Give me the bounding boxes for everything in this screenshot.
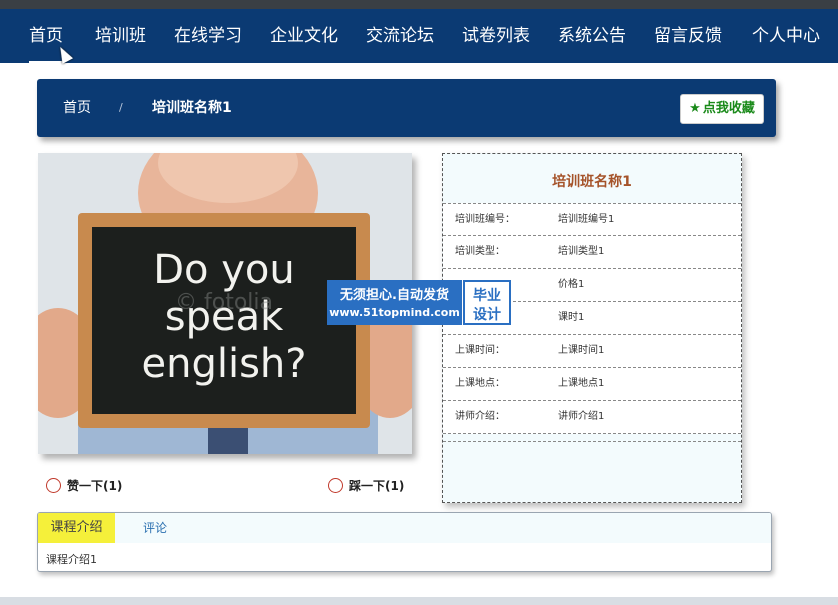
- smile-icon: [46, 478, 61, 493]
- bottom-strip: [0, 597, 838, 605]
- like-button[interactable]: 赞一下(1): [46, 470, 122, 502]
- info-label: 上课地点：: [455, 378, 505, 389]
- photo-watermark: © fotolia: [175, 290, 273, 315]
- tab-content: 课程介绍1: [46, 553, 97, 566]
- info-row-instructor: 讲师介绍： 讲师介绍1: [443, 401, 741, 434]
- main-nav: 首页 培训班 在线学习 企业文化 交流论坛 试卷列表 系统公告 留言反馈 个人中…: [0, 9, 838, 63]
- info-label: 上课时间：: [455, 345, 505, 356]
- frown-icon: [328, 478, 343, 493]
- info-value: 上课时间1: [558, 345, 605, 356]
- info-value: 讲师介绍1: [558, 411, 605, 422]
- tab-course-intro[interactable]: 课程介绍: [38, 513, 115, 543]
- info-row-location: 上课地点： 上课地点1: [443, 368, 741, 401]
- info-value: 培训类型1: [558, 246, 605, 257]
- promo-right-2: 设计: [473, 307, 501, 323]
- promo-line-2: www.51topmind.com: [329, 306, 460, 319]
- nav-item-announcements[interactable]: 系统公告: [558, 9, 626, 63]
- breadcrumb-home-link[interactable]: 首页: [63, 79, 91, 137]
- nav-item-exams[interactable]: 试卷列表: [462, 9, 530, 63]
- nav-item-forum[interactable]: 交流论坛: [366, 9, 434, 63]
- info-value: 价格1: [558, 279, 585, 290]
- like-label: 赞一下(1): [67, 479, 123, 493]
- breadcrumb-separator: /: [119, 101, 123, 114]
- promo-right: 毕业 设计: [463, 280, 511, 325]
- info-label: 讲师介绍：: [455, 411, 505, 422]
- slate-line-3: english?: [142, 341, 307, 387]
- slate-line-1: Do you: [153, 247, 294, 293]
- info-row-spacer: [443, 434, 741, 442]
- detail-tabs: 课程介绍 评论 课程介绍1: [37, 512, 772, 572]
- course-info-panel: 培训班名称1 培训班编号： 培训班编号1 培训类型： 培训类型1 价格1 课时1…: [442, 153, 742, 503]
- favorite-button[interactable]: ★ 点我收藏: [680, 94, 764, 124]
- promo-watermark: 无须担心.自动发货 www.51topmind.com 毕业 设计: [327, 280, 511, 325]
- tab-bar: 课程介绍 评论: [38, 513, 771, 543]
- star-icon: ★: [689, 101, 701, 116]
- info-row-time: 上课时间： 上课时间1: [443, 335, 741, 368]
- info-value: 上课地点1: [558, 378, 605, 389]
- favorite-label: 点我收藏: [702, 101, 755, 116]
- promo-line-1: 无须担心.自动发货: [340, 288, 449, 303]
- info-row-id: 培训班编号： 培训班编号1: [443, 203, 741, 236]
- info-row-type: 培训类型： 培训类型1: [443, 236, 741, 269]
- promo-left: 无须担心.自动发货 www.51topmind.com: [327, 280, 462, 325]
- info-label: 培训类型：: [455, 246, 505, 257]
- info-value: 课时1: [558, 312, 585, 323]
- breadcrumb: 首页 / 培训班名称1 ★ 点我收藏: [37, 79, 776, 137]
- tab-comments[interactable]: 评论: [143, 513, 167, 543]
- nav-item-culture[interactable]: 企业文化: [270, 9, 338, 63]
- nav-item-feedback[interactable]: 留言反馈: [654, 9, 722, 63]
- course-title: 培训班名称1: [552, 174, 632, 190]
- info-label: 培训班编号：: [455, 214, 515, 225]
- info-value: 培训班编号1: [558, 214, 615, 225]
- breadcrumb-current: 培训班名称1: [152, 100, 232, 116]
- vote-row: 赞一下(1) 踩一下(1): [38, 470, 412, 502]
- dislike-button[interactable]: 踩一下(1): [328, 470, 404, 502]
- nav-item-personal-center[interactable]: 个人中心: [752, 9, 820, 63]
- nav-item-training[interactable]: 培训班: [95, 9, 146, 63]
- top-strip: [0, 0, 838, 9]
- nav-item-online-learning[interactable]: 在线学习: [174, 9, 242, 63]
- promo-right-1: 毕业: [473, 288, 501, 304]
- dislike-label: 踩一下(1): [349, 479, 405, 493]
